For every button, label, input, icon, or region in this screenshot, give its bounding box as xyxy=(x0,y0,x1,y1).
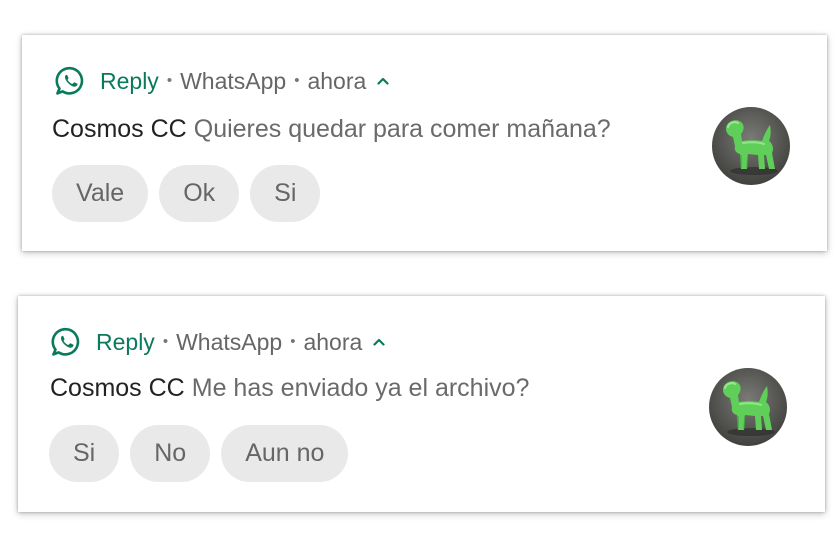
reply-chip-vale[interactable]: Vale xyxy=(52,165,149,222)
timestamp: ahora xyxy=(303,328,363,355)
chevron-up-icon[interactable] xyxy=(376,74,390,88)
reply-chip-no[interactable]: No xyxy=(130,425,211,482)
quick-reply-actions: Si No Aun no xyxy=(49,425,349,482)
reply-chip-ok[interactable]: Ok xyxy=(159,165,240,222)
chevron-up-icon[interactable] xyxy=(372,335,386,349)
sender-name: Cosmos CC xyxy=(52,115,187,143)
whatsapp-icon xyxy=(54,65,86,97)
notification-message: Cosmos CC Quieres quedar para comer mañan… xyxy=(52,114,611,144)
separator-dot: • xyxy=(290,332,296,350)
notification-card[interactable]: Reply • WhatsApp • ahora Cosmos CC Quiere… xyxy=(22,35,827,251)
avatar xyxy=(709,368,787,446)
notification-message: Cosmos CC Me has enviado ya el archivo? xyxy=(50,373,529,403)
app-name: Reply xyxy=(100,67,159,94)
message-text: Me has enviado ya el archivo? xyxy=(191,374,530,402)
avatar xyxy=(712,107,790,185)
separator-dot: • xyxy=(162,332,169,350)
app-name: Reply xyxy=(96,328,155,355)
separator-dot: • xyxy=(294,71,300,89)
source-app: WhatsApp xyxy=(180,67,287,94)
quick-reply-actions: Vale Ok Si xyxy=(52,165,321,222)
reply-chip-si[interactable]: Si xyxy=(250,165,321,222)
separator-dot: • xyxy=(166,71,173,89)
reply-chip-aun-no[interactable]: Aun no xyxy=(221,425,349,482)
source-app: WhatsApp xyxy=(176,328,283,355)
reply-chip-si[interactable]: Si xyxy=(49,425,120,482)
notification-header: Reply • WhatsApp • ahora xyxy=(50,326,386,358)
sender-name: Cosmos CC xyxy=(50,374,185,402)
timestamp: ahora xyxy=(307,67,367,94)
notification-header: Reply • WhatsApp • ahora xyxy=(54,65,390,97)
notification-card[interactable]: Reply • WhatsApp • ahora Cosmos CC Me has… xyxy=(18,296,825,512)
whatsapp-icon xyxy=(50,326,82,358)
message-text: Quieres quedar para comer mañana? xyxy=(193,115,611,143)
